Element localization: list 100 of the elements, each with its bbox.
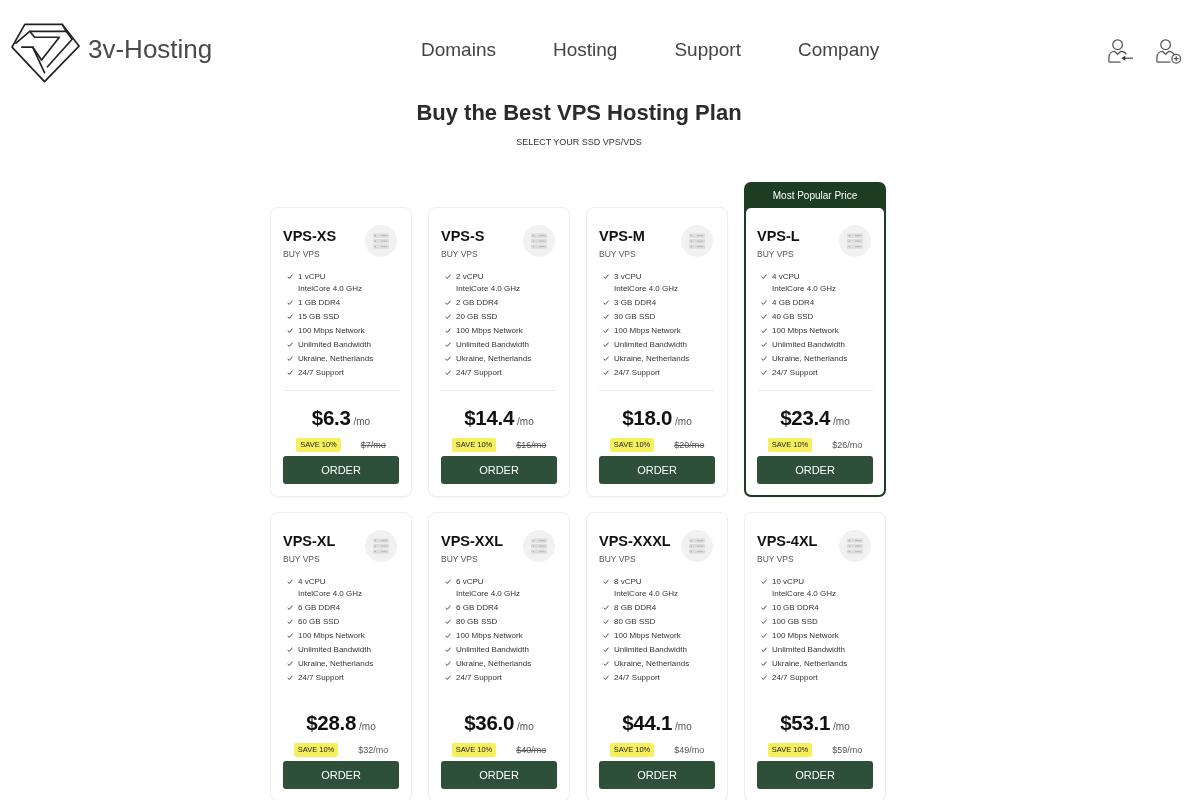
check-icon [603, 370, 609, 375]
check-icon [603, 633, 609, 638]
check-icon [603, 300, 609, 305]
feature-text: 30 GB SSD [614, 311, 656, 323]
order-button[interactable]: ORDER [599, 761, 715, 789]
check-icon [761, 619, 767, 624]
check-icon [445, 370, 451, 375]
feature-text: Ukraine, Netherlands [456, 658, 532, 670]
server-icon [839, 225, 871, 257]
feature-text: 10 GB DDR4 [772, 602, 819, 614]
price-amount: $44.1 [622, 711, 673, 734]
check-icon [603, 661, 609, 666]
check-icon [445, 619, 451, 624]
check-icon [445, 300, 451, 305]
price-amount: $6.3 [311, 406, 351, 429]
plan-name: VPS-XXL [441, 533, 504, 549]
order-button[interactable]: ORDER [599, 456, 715, 484]
check-icon [287, 605, 293, 610]
feature-text: 100 Mbps Network [614, 325, 681, 337]
order-button[interactable]: ORDER [441, 456, 557, 484]
nav-link[interactable]: Company [797, 39, 880, 61]
feature-text: 24/7 Support [298, 672, 344, 684]
check-icon [603, 619, 609, 624]
check-icon [445, 342, 451, 347]
check-icon [761, 356, 767, 361]
server-icon [839, 530, 871, 562]
check-icon [761, 675, 767, 680]
check-icon [445, 356, 451, 361]
check-icon [287, 274, 293, 279]
feature-detail: IntelCore 4.0 GHz [456, 283, 521, 295]
old-price: $49/mo [674, 745, 705, 755]
server-icon [523, 530, 555, 562]
check-icon [287, 579, 293, 584]
check-icon [445, 328, 451, 333]
plan-name: VPS-XXXL [599, 533, 671, 549]
feature-text: 100 Mbps Network [298, 630, 365, 642]
server-icon [681, 225, 713, 257]
order-button[interactable]: ORDER [757, 456, 873, 484]
check-icon [445, 605, 451, 610]
plan-label: BUY VPS [757, 248, 795, 260]
nav-link[interactable]: Domains [421, 39, 496, 61]
nav-link[interactable]: Support [674, 39, 741, 61]
check-icon [761, 314, 767, 319]
old-price: $7/mo [360, 440, 386, 450]
check-icon [761, 300, 767, 305]
feature-text: 80 GB SSD [614, 616, 656, 628]
feature-text: Unlimited Bandwidth [614, 339, 687, 351]
feature-detail: IntelCore 4.0 GHz [614, 283, 679, 295]
check-icon [287, 356, 293, 361]
feature-text: Unlimited Bandwidth [298, 644, 371, 656]
check-icon [761, 342, 767, 347]
check-icon [761, 328, 767, 333]
check-icon [287, 328, 293, 333]
order-button[interactable]: ORDER [283, 456, 399, 484]
check-icon [761, 647, 767, 652]
plan-name: VPS-S [441, 228, 485, 244]
feature-text: 20 GB SSD [456, 311, 498, 323]
server-icon [365, 530, 397, 562]
check-icon [445, 579, 451, 584]
feature-text: 8 GB DDR4 [614, 602, 657, 614]
plan-name: VPS-M [599, 228, 645, 244]
check-icon [287, 633, 293, 638]
check-icon [445, 661, 451, 666]
check-icon [761, 370, 767, 375]
price-period: /mo [359, 721, 376, 732]
order-button[interactable]: ORDER [283, 761, 399, 789]
price-period: /mo [517, 416, 534, 427]
feature-text: Ukraine, Netherlands [298, 658, 374, 670]
feature-text: 100 Mbps Network [772, 325, 839, 337]
check-icon [445, 314, 451, 319]
price-amount: $23.4 [780, 406, 831, 429]
order-button[interactable]: ORDER [441, 761, 557, 789]
check-icon [603, 342, 609, 347]
order-button[interactable]: ORDER [757, 761, 873, 789]
feature-text: 24/7 Support [298, 367, 344, 379]
feature-text: Unlimited Bandwidth [456, 339, 529, 351]
feature-text: 6 vCPU [456, 576, 484, 588]
check-icon [287, 342, 293, 347]
price-amount: $36.0 [464, 711, 515, 734]
feature-text: Ukraine, Netherlands [614, 658, 690, 670]
user-arrow-icon[interactable] [1107, 36, 1134, 64]
feature-text: 24/7 Support [456, 367, 502, 379]
diamond-logo-icon[interactable] [11, 23, 80, 83]
feature-text: 100 Mbps Network [614, 630, 681, 642]
check-icon [445, 633, 451, 638]
plan-label: BUY VPS [283, 248, 321, 260]
check-icon [603, 356, 609, 361]
nav-link[interactable]: Hosting [553, 39, 618, 61]
server-icon [523, 225, 555, 257]
feature-text: 4 GB DDR4 [772, 297, 815, 309]
check-icon [287, 314, 293, 319]
check-icon [287, 619, 293, 624]
popular-label: Most Popular Price [771, 189, 859, 203]
user-plus-icon[interactable] [1155, 36, 1182, 64]
check-icon [761, 579, 767, 584]
feature-detail: IntelCore 4.0 GHz [298, 283, 363, 295]
feature-text: 1 vCPU [298, 271, 326, 283]
logo-text[interactable]: 3v-Hosting [88, 33, 213, 65]
server-icon [681, 530, 713, 562]
price-period: /mo [675, 721, 692, 732]
